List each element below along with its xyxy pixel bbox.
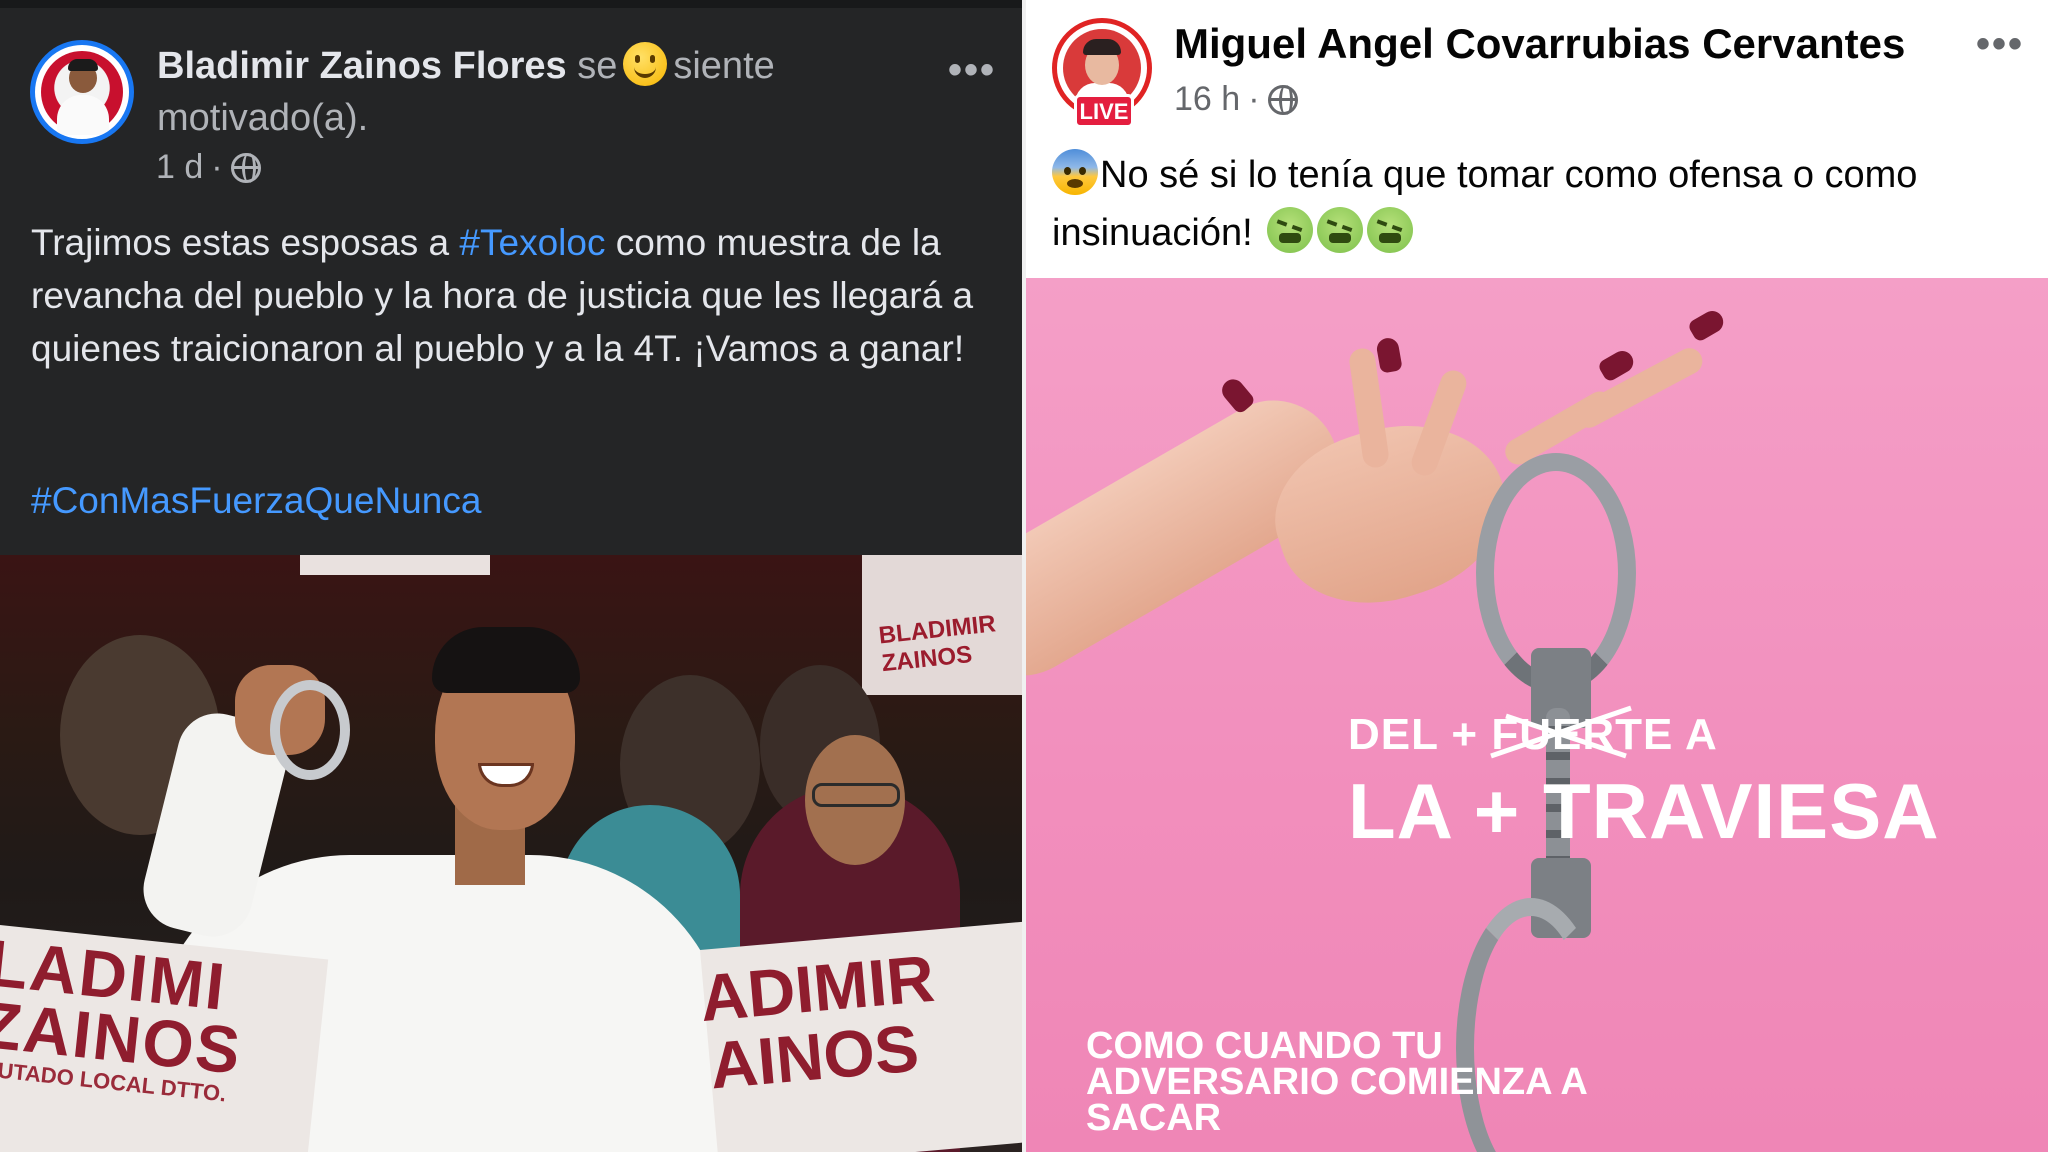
author-name[interactable]: Miguel Angel Covarrubias Cervantes <box>1174 20 1905 68</box>
meta-separator: · <box>211 148 223 186</box>
slightly-smiling-face-emoji-icon <box>623 42 668 86</box>
post-header: Bladimir Zainos Flores se siente motivado… <box>157 40 957 144</box>
nauseated-face-emoji-icon <box>1267 207 1314 253</box>
globe-icon[interactable] <box>230 152 261 183</box>
post-text-body: No sé si lo tenía que tomar como ofensa … <box>1052 154 1918 254</box>
handcuffs <box>270 680 350 780</box>
hashtag-link[interactable]: #ConMasFuerzaQueNunca <box>31 480 481 522</box>
finger <box>1571 343 1707 433</box>
post-time[interactable]: 16 h <box>1174 80 1240 119</box>
author-avatar[interactable] <box>30 40 134 144</box>
campaign-sign: BLADIMIR ZAINOS <box>862 555 1022 695</box>
left-post: Bladimir Zainos Flores se siente motivado… <box>0 0 1022 1152</box>
fingernail <box>1686 306 1728 344</box>
post-text-part: Trajimos estas esposas a <box>31 222 460 263</box>
meta-separator: · <box>1248 80 1260 118</box>
post-image[interactable]: DEL + FUERTE A LA + TRAVIESA COMO CUANDO… <box>1026 278 2048 1152</box>
strike-through-mark <box>1490 705 1632 759</box>
post-text: Trajimos estas esposas a #Texoloc como m… <box>31 216 1006 375</box>
campaign-sign: LADIMI ZAINOS IPUTADO LOCAL DTTO. <box>0 925 329 1152</box>
post-time[interactable]: 1 d <box>156 148 203 187</box>
more-options-icon[interactable]: ••• <box>1976 22 2024 67</box>
glasses <box>812 783 900 807</box>
post-meta: 16 h · <box>1174 80 1298 119</box>
fingernail <box>1375 336 1403 374</box>
post-text: No sé si lo tenía que tomar como ofensa … <box>1052 146 2022 262</box>
globe-icon[interactable] <box>1267 84 1298 115</box>
nauseated-face-emoji-icon <box>1367 207 1414 253</box>
post-meta: 1 d · <box>156 148 261 187</box>
feeling-prefix: se <box>577 45 618 87</box>
candidate-hair <box>432 627 580 693</box>
post-photo[interactable]: BLADIMIR ZAINOS LADIMI ZAINOS IPUTADO LO… <box>0 555 1022 1152</box>
campaign-sign-text: BLADIMIR ZAINOS <box>877 610 997 678</box>
campaign-sign: ADIMIR AINOS <box>697 921 1022 1152</box>
ad-headline-2: LA + TRAVIESA <box>1348 767 1940 855</box>
author-name[interactable]: Bladimir Zainos Flores <box>157 45 567 87</box>
right-post: LIVE Miguel Angel Covarrubias Cervantes … <box>1026 0 2048 1152</box>
more-options-icon[interactable]: ••• <box>948 48 996 93</box>
nauseated-face-emoji-icon <box>1317 207 1364 253</box>
ad-caption: COMO CUANDO TU ADVERSARIO COMIENZA A SAC… <box>1086 1025 1587 1139</box>
fearful-face-emoji-icon <box>1052 149 1098 195</box>
hashtag-link[interactable]: #Texoloc <box>459 222 605 263</box>
live-badge: LIVE <box>1074 94 1134 128</box>
banner <box>300 555 490 575</box>
ad-text: DEL + <box>1348 710 1492 759</box>
top-strip <box>0 0 1022 8</box>
ad-text: A <box>1673 710 1718 759</box>
